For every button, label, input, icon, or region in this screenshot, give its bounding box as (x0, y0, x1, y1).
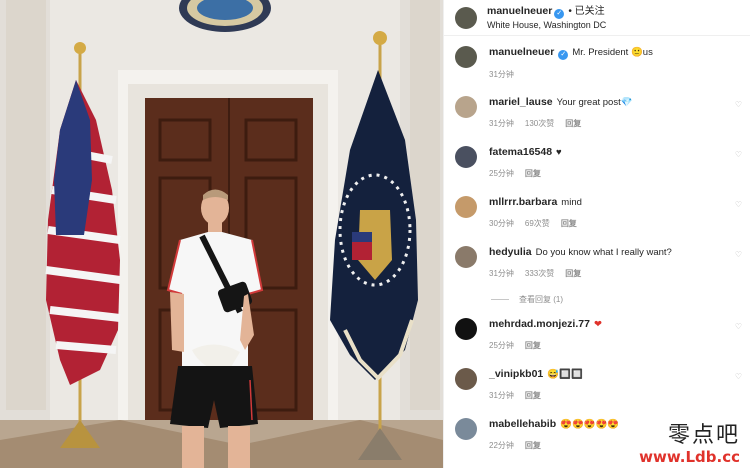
commenter-avatar[interactable] (455, 96, 477, 118)
comment-item: fatema16548 ♥ 25分钟 回复 ♡ (455, 146, 742, 179)
comment-username[interactable]: fatema16548 (489, 146, 552, 158)
comment-item: manuelneuer ✓ Mr. President 🙂us 31分钟 (455, 46, 742, 80)
comment-time[interactable]: 25分钟 (489, 341, 514, 350)
reply-button[interactable]: 回复 (561, 219, 577, 228)
comment-likes[interactable]: 130次赞 (525, 119, 554, 128)
reply-button[interactable]: 回复 (525, 169, 541, 178)
comment-likes[interactable]: 333次赞 (525, 269, 554, 278)
comment-username[interactable]: mllrrr.barbara (489, 196, 557, 208)
commenter-avatar[interactable] (455, 196, 477, 218)
comment-text: mind (561, 197, 582, 208)
reply-button[interactable]: 回复 (565, 119, 581, 128)
reply-button[interactable]: 回复 (525, 391, 541, 400)
comment-username[interactable]: mehrdad.monjezi.77 (489, 318, 590, 330)
comment-time[interactable]: 30分钟 (489, 219, 514, 228)
reply-button[interactable]: 回复 (525, 441, 541, 450)
like-heart-icon[interactable]: ♡ (735, 200, 742, 209)
comment-time[interactable]: 31分钟 (489, 119, 514, 128)
comment-item: mllrrr.barbara mind 30分钟 69次赞 回复 ♡ (455, 196, 742, 229)
comment-item: mariel_lause Your great post💎 31分钟 130次赞 回复… (455, 96, 742, 129)
like-heart-icon[interactable]: ♡ (735, 372, 742, 381)
comment-item: mehrdad.monjezi.77 ❤ 25分钟 回复 ♡ (455, 318, 742, 351)
comment-time[interactable]: 25分钟 (489, 169, 514, 178)
comment-time[interactable]: 31分钟 (489, 391, 514, 400)
post-photo[interactable] (0, 0, 443, 468)
comment-item: _vinipkb01 😅🔲🔲 31分钟 回复 ♡ (455, 368, 742, 401)
comment-text: 😍😍😍😍😍 (560, 419, 620, 430)
reply-button[interactable]: 回复 (565, 269, 581, 278)
like-heart-icon[interactable]: ♡ (735, 100, 742, 109)
comment-username[interactable]: mariel_lause (489, 96, 553, 108)
comments-panel: manuelneuer ✓ • 已关注 White House, Washingto… (443, 0, 750, 468)
author-avatar[interactable] (455, 6, 477, 29)
like-heart-icon[interactable]: ♡ (735, 150, 742, 159)
commenter-avatar[interactable] (455, 46, 477, 68)
commenter-avatar[interactable] (455, 418, 477, 440)
view-replies-label: 查看回复 (1) (519, 295, 563, 304)
comment-time[interactable]: 31分钟 (489, 70, 514, 79)
comment-text: ❤ (593, 319, 602, 330)
commenter-avatar[interactable] (455, 318, 477, 340)
comment-time[interactable]: 31分钟 (489, 269, 514, 278)
commenter-avatar[interactable] (455, 146, 477, 168)
like-heart-icon[interactable]: ♡ (735, 250, 742, 259)
comment-list: manuelneuer ✓ Mr. President 🙂us 31分钟 marie… (444, 36, 750, 468)
comment-text: Mr. President 🙂us (572, 47, 653, 58)
post-location[interactable]: White House, Washington DC (487, 19, 606, 32)
comment-username[interactable]: manuelneuer (489, 46, 554, 58)
comment-text: Your great post💎 (556, 97, 633, 108)
like-heart-icon[interactable]: ♡ (735, 322, 742, 331)
comment-text: 😅🔲🔲 (547, 369, 583, 380)
comment-item: mabellehabib 😍😍😍😍😍 22分钟 回复 (455, 418, 742, 451)
divider (491, 299, 509, 300)
comment-username[interactable]: hedyulia (489, 246, 532, 258)
follow-status[interactable]: • 已关注 (568, 6, 604, 17)
comment-username[interactable]: mabellehabib (489, 418, 556, 430)
verified-badge-icon: ✓ (554, 9, 565, 19)
comment-text: ♥ (556, 147, 562, 158)
comment-username[interactable]: _vinipkb01 (489, 368, 543, 380)
comment-text: Do you know what I really want? (535, 247, 672, 258)
verified-badge-icon: ✓ (558, 50, 569, 60)
commenter-avatar[interactable] (455, 246, 477, 268)
comment-item: hedyulia Do you know what I really want? … (455, 246, 742, 279)
comment-likes[interactable]: 69次赞 (525, 219, 550, 228)
reply-button[interactable]: 回复 (525, 341, 541, 350)
comment-time[interactable]: 22分钟 (489, 441, 514, 450)
view-replies-button[interactable]: 查看回复 (1) (491, 294, 563, 305)
author-username[interactable]: manuelneuer (487, 5, 552, 17)
photo-icon (0, 0, 443, 468)
post-header: manuelneuer ✓ • 已关注 White House, Washingto… (444, 0, 750, 36)
commenter-avatar[interactable] (455, 368, 477, 390)
